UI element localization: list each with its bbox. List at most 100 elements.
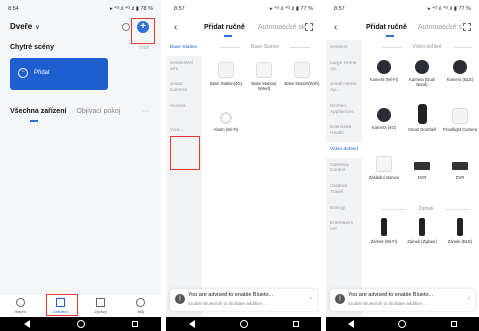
tab-home[interactable]: Hlavní bbox=[6, 298, 34, 314]
device-tile[interactable]: Zámek (Zigbee) bbox=[404, 218, 440, 244]
device-label: NVR bbox=[417, 175, 427, 180]
category-item[interactable]: Entertainm ent bbox=[326, 216, 362, 238]
back-arrow-icon[interactable]: ‹ bbox=[334, 22, 337, 33]
category-item[interactable]: Outdoor Travel bbox=[326, 179, 362, 201]
device-tile[interactable]: Kamera (4G) bbox=[366, 108, 402, 130]
more-icon[interactable]: ··· bbox=[142, 108, 149, 115]
tab-messages[interactable]: Zprávy bbox=[87, 298, 115, 314]
scan-icon[interactable] bbox=[463, 23, 471, 31]
category-item-selected[interactable]: Video dohled bbox=[326, 141, 362, 158]
tab-indicator bbox=[224, 35, 232, 37]
recents-icon[interactable] bbox=[450, 321, 457, 327]
device-tile[interactable]: Zámek (BLE) bbox=[442, 218, 478, 244]
tab-room[interactable]: Objivací pokoj bbox=[76, 108, 120, 115]
device-tile[interactable]: Base Station(4G) bbox=[208, 62, 244, 86]
dvr-image bbox=[452, 162, 468, 170]
bluetooth-icon: ᛒ bbox=[335, 294, 345, 304]
home-selector[interactable]: Dveře ∨ bbox=[10, 22, 40, 31]
device-tile[interactable]: Base Station( Wired) bbox=[246, 62, 282, 91]
highlight-devices-tab bbox=[46, 294, 78, 316]
category-item[interactable]: Energy bbox=[326, 201, 362, 217]
device-tile[interactable]: Základní stanice bbox=[366, 156, 402, 180]
device-label: Zámek (BLE) bbox=[447, 239, 473, 244]
scenes-more-link[interactable]: Více bbox=[139, 45, 149, 51]
highlight-more-category bbox=[170, 136, 200, 170]
bluetooth-icon: ᛒ bbox=[175, 294, 185, 304]
device-tabs: Všechna zařízení Objivací pokoj ··· bbox=[10, 108, 151, 115]
status-time: 8:57 bbox=[334, 6, 345, 12]
device-tile[interactable]: Alarm (Wi-Fi) bbox=[208, 112, 244, 132]
home-circle-icon[interactable] bbox=[398, 320, 407, 328]
bottom-tab-bar: Hlavní Zařízení Zprávy Můj bbox=[0, 295, 161, 317]
base-station-image bbox=[294, 62, 310, 78]
device-label: Alarm (Wi-Fi) bbox=[213, 127, 239, 132]
device-tile[interactable]: DVR bbox=[442, 156, 478, 180]
device-label: Zámek (Wi-Fi) bbox=[370, 239, 398, 244]
add-scene-icon: − bbox=[18, 68, 28, 78]
device-tile[interactable]: Kamera (Wi-Fi) bbox=[366, 60, 402, 82]
back-icon[interactable] bbox=[188, 320, 195, 328]
home-circle-icon[interactable] bbox=[239, 320, 248, 328]
screen-add-device-video: 8:57 ▸ ⁴ᴳ.ıl ⁴ᴳ.ıl ▮ 77 % ‹ Přidat ručně… bbox=[326, 0, 479, 331]
divider bbox=[446, 209, 470, 210]
category-item[interactable]: Large Home Ap... bbox=[326, 56, 362, 78]
add-scene-card[interactable]: − Přidat bbox=[10, 58, 108, 90]
category-item[interactable]: Sensors bbox=[326, 40, 362, 56]
tab-indicator bbox=[30, 120, 38, 122]
device-tile[interactable]: NVR bbox=[404, 156, 440, 180]
device-tile[interactable]: Kamera (BLE) bbox=[442, 60, 478, 82]
category-item[interactable]: Access bbox=[166, 99, 202, 115]
category-item[interactable]: Exercise& Health bbox=[326, 120, 362, 142]
category-item[interactable]: Base Station bbox=[166, 40, 202, 56]
recents-icon[interactable] bbox=[292, 321, 299, 327]
tab-manual[interactable]: Přidat ručně bbox=[204, 24, 245, 31]
alarm-image bbox=[220, 112, 232, 124]
bluetooth-banner[interactable]: ᛒ You are advised to enable Blueto... En… bbox=[330, 289, 475, 311]
home-icon bbox=[15, 298, 25, 307]
tab-messages-label: Zprávy bbox=[94, 309, 107, 314]
envelope-icon bbox=[96, 298, 106, 307]
category-item[interactable]: Kitchen Appliances bbox=[326, 99, 362, 121]
lock-image bbox=[419, 218, 425, 236]
device-tile[interactable]: Base Station(WiFi) bbox=[284, 62, 320, 86]
back-arrow-icon[interactable]: ‹ bbox=[174, 22, 177, 33]
category-item[interactable]: Smart Camera bbox=[166, 77, 202, 99]
category-list: Sensors Large Home Ap... Small Home Ap..… bbox=[326, 40, 362, 317]
category-item[interactable]: Gateway Control bbox=[326, 158, 362, 180]
scan-icon[interactable] bbox=[305, 23, 313, 31]
device-label: Kamera (Dual Band) bbox=[409, 77, 435, 88]
back-icon[interactable] bbox=[23, 320, 30, 328]
tab-auto-scan[interactable]: Automatické sk bbox=[258, 24, 305, 31]
chevron-down-icon: ∨ bbox=[35, 25, 40, 31]
device-tile[interactable]: Kamera (Dual Band) bbox=[404, 60, 440, 87]
tab-manual[interactable]: Přidat ručně bbox=[366, 24, 407, 31]
smart-doorbell-tile[interactable]: Smart Doorbell bbox=[404, 104, 440, 132]
system-navbar bbox=[0, 317, 161, 331]
tab-profile[interactable]: Můj bbox=[127, 298, 155, 314]
base-station-image bbox=[218, 62, 234, 78]
device-label: Base Station( Wired) bbox=[251, 81, 277, 92]
device-tile[interactable]: Zámek (Wi-Fi) bbox=[366, 218, 402, 244]
recents-icon[interactable] bbox=[131, 321, 138, 327]
device-label: Základní stanice bbox=[368, 175, 400, 180]
voice-icon[interactable] bbox=[122, 23, 130, 31]
header: ‹ Přidat ručně Automatické sk bbox=[166, 20, 321, 37]
home-circle-icon[interactable] bbox=[76, 320, 85, 328]
tab-home-label: Hlavní bbox=[14, 309, 26, 314]
device-label: Kamera (4G) bbox=[371, 125, 397, 130]
section-title: Base Station bbox=[250, 44, 280, 50]
base-station-image bbox=[376, 156, 392, 172]
status-indicators: ▸ ⁴ᴳ.ıl ⁴ᴳ.ıl ▮ 78 % bbox=[109, 6, 153, 12]
divider bbox=[382, 209, 406, 210]
tab-all-devices[interactable]: Všechna zařízení bbox=[10, 108, 66, 115]
category-item[interactable]: Small Home Ap... bbox=[326, 77, 362, 99]
bluetooth-banner[interactable]: ᛒ You are advised to enable Blueto... En… bbox=[170, 289, 317, 311]
device-tile[interactable]: Floodlight Camera bbox=[442, 108, 478, 132]
tab-auto-scan[interactable]: Automatické s bbox=[418, 24, 462, 31]
category-item[interactable]: Sensors/Al arm bbox=[166, 56, 202, 78]
status-bar: 8:57 ▸ ⁴ᴳ.ıl ⁴ᴳ.ıl ▮ 77 % bbox=[166, 0, 321, 16]
back-icon[interactable] bbox=[348, 320, 355, 328]
screen-home: 8:54 ▸ ⁴ᴳ.ıl ⁴ᴳ.ıl ▮ 78 % Dveře ∨ + Chytr… bbox=[0, 0, 161, 331]
chevron-right-icon: › bbox=[467, 295, 470, 302]
camera-image bbox=[415, 60, 429, 74]
